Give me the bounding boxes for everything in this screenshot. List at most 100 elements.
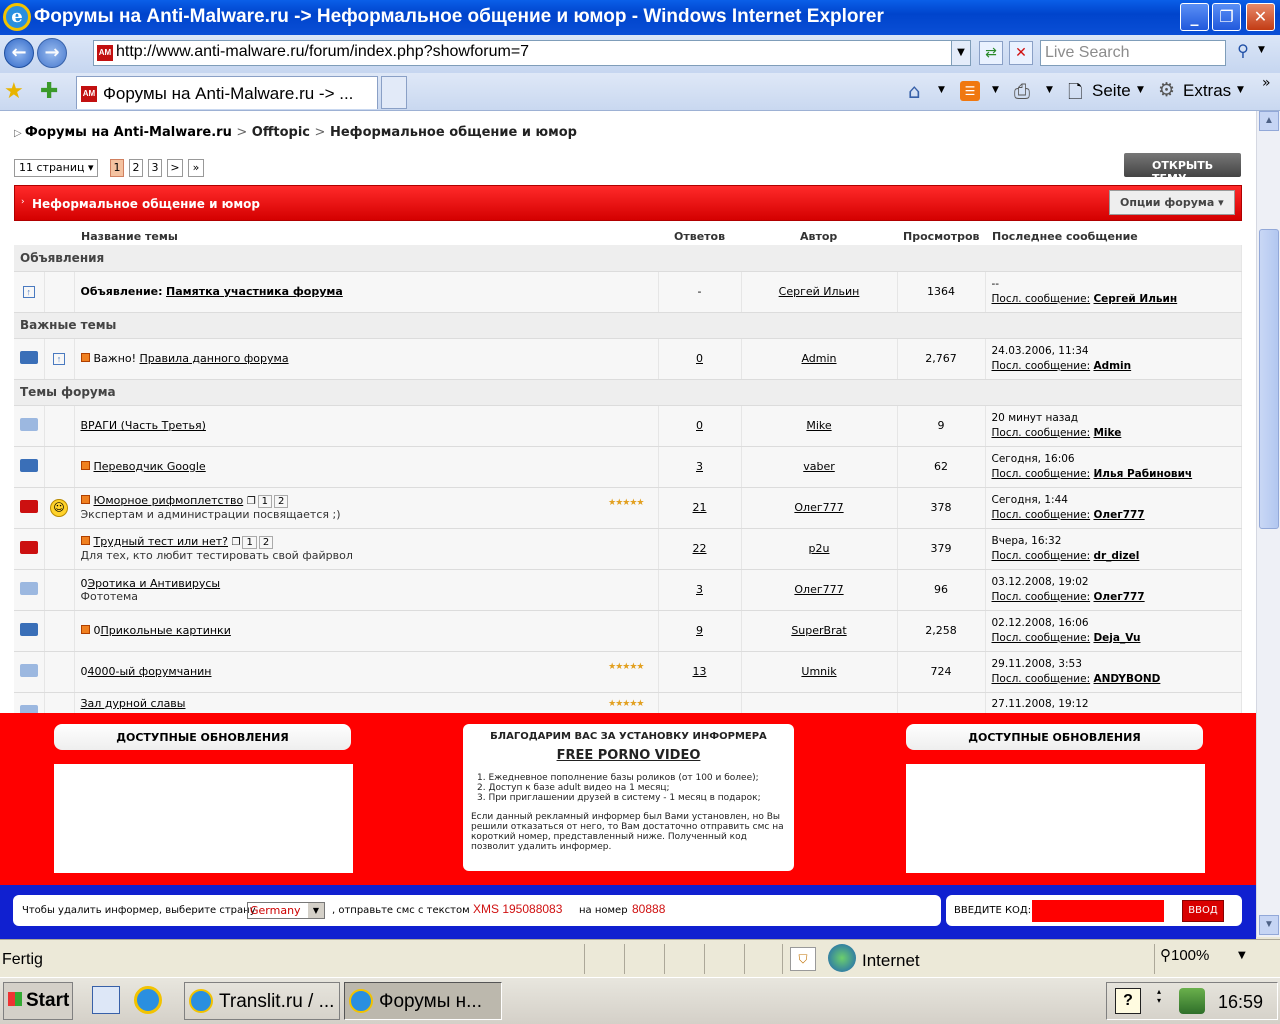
col-replies[interactable]: Ответов <box>674 224 725 246</box>
scroll-thumb[interactable] <box>1259 229 1279 529</box>
scroll-down-button[interactable]: ▼ <box>1259 915 1279 935</box>
col-author[interactable]: Автор <box>800 224 837 246</box>
last-poster-link[interactable]: Олег777 <box>1093 509 1144 521</box>
author-link[interactable]: Umnik <box>801 665 836 678</box>
last-poster-link[interactable]: ANDYBOND <box>1093 673 1160 685</box>
topic-link[interactable]: Юморное рифмоплетство <box>94 494 244 507</box>
page-menu[interactable]: Seite <box>1092 81 1131 101</box>
last-poster-link[interactable]: Mike <box>1093 427 1121 439</box>
page-2[interactable]: 2 <box>129 159 143 177</box>
replies-link[interactable]: 0 <box>696 419 703 432</box>
page-3[interactable]: 3 <box>148 159 162 177</box>
last-poster-link[interactable]: Илья Рабинович <box>1093 468 1192 480</box>
author-link[interactable]: p2u <box>809 542 830 555</box>
rss-icon[interactable]: ☰ <box>960 81 980 101</box>
country-select[interactable]: Germany ▼ <box>247 902 325 919</box>
replies-link[interactable]: 0 <box>696 352 703 365</box>
help-icon[interactable]: ? <box>1115 988 1141 1014</box>
page-dropdown-icon[interactable]: ▼ <box>1137 85 1144 95</box>
replies-link[interactable]: 3 <box>696 583 703 596</box>
replies-link[interactable]: 13 <box>693 665 707 678</box>
topic-link[interactable]: Правила данного форума <box>140 352 289 365</box>
topic-link[interactable]: Эротика и Антивирусы <box>88 577 221 590</box>
tools-dropdown-icon[interactable]: ▼ <box>1237 85 1244 95</box>
topic-page-link[interactable]: 2 <box>274 495 289 508</box>
home-dropdown-icon[interactable]: ▼ <box>938 85 945 95</box>
task-forums[interactable]: Форумы н... <box>344 982 502 1020</box>
announcement-link[interactable]: Памятка участника форума <box>166 285 343 298</box>
promo-link[interactable]: FREE PORNO VIDEO <box>471 748 786 763</box>
print-dropdown-icon[interactable]: ▼ <box>1046 85 1053 95</box>
topic-page-link[interactable]: 1 <box>242 536 257 549</box>
ie-quicklaunch-icon[interactable] <box>134 986 162 1014</box>
author-link[interactable]: Олег777 <box>794 501 843 514</box>
add-favorite-icon[interactable]: ✚ <box>40 79 58 104</box>
topic-link[interactable]: Зал дурной славы <box>81 697 186 710</box>
last-poster-link[interactable]: Deja_Vu <box>1093 632 1140 644</box>
show-desktop-icon[interactable] <box>92 986 120 1014</box>
submit-code-button[interactable]: ВВОД <box>1182 900 1224 922</box>
chevron-more-icon[interactable]: » <box>1262 75 1271 91</box>
last-poster-link[interactable]: Admin <box>1093 360 1131 372</box>
zoom-dropdown-icon[interactable]: ▼ <box>1238 950 1246 961</box>
col-views[interactable]: Просмотров <box>903 224 979 246</box>
scroll-up-button[interactable]: ▲ <box>1259 111 1279 131</box>
search-options-icon[interactable]: ▼ <box>1258 45 1265 55</box>
topic-page-link[interactable]: 2 <box>258 536 274 549</box>
author-link[interactable]: vaber <box>803 460 835 473</box>
last-poster-link[interactable]: Сергей Ильин <box>1093 293 1177 305</box>
code-input[interactable] <box>1032 900 1164 922</box>
topic-link[interactable]: Трудный тест или нет? <box>94 535 229 548</box>
tab-active[interactable]: AM Форумы на Anti-Malware.ru -> ... <box>76 76 378 109</box>
author-link[interactable]: Олег777 <box>794 583 843 596</box>
tray-arrows-icon[interactable]: ▴ ▾ <box>1157 987 1161 1005</box>
breadcrumb-offtopic[interactable]: Offtopic <box>252 125 310 140</box>
minimize-button[interactable]: _ <box>1180 3 1209 31</box>
search-icon[interactable]: ⚲ <box>1231 41 1255 65</box>
task-translit[interactable]: Translit.ru / ... <box>184 982 340 1020</box>
url-input[interactable]: AM http://www.anti-malware.ru/forum/index… <box>93 40 971 66</box>
page-1[interactable]: 1 <box>110 159 124 177</box>
author-link[interactable]: SuperBrat <box>791 624 846 637</box>
favorites-star-icon[interactable]: ★ <box>4 79 24 104</box>
rss-dropdown-icon[interactable]: ▼ <box>992 85 999 95</box>
replies-link[interactable]: 3 <box>696 460 703 473</box>
new-topic-button[interactable]: ОТКРЫТЬ ТЕМУ <box>1124 153 1241 185</box>
topic-link[interactable]: Переводчик Google <box>94 460 206 473</box>
stop-icon[interactable]: ✕ <box>1009 41 1033 65</box>
network-icon[interactable] <box>1179 988 1205 1014</box>
author-link[interactable]: Admin <box>801 352 836 365</box>
forum-options-button[interactable]: Опции форума ▾ <box>1109 190 1235 215</box>
last-poster-link[interactable]: dr_dizel <box>1093 550 1139 562</box>
start-button[interactable]: Start <box>3 982 73 1020</box>
chevron-down-icon[interactable]: ▼ <box>308 903 324 918</box>
topic-link[interactable]: Прикольные картинки <box>101 624 231 637</box>
zoom-level[interactable]: ⚲100% <box>1160 946 1209 964</box>
replies-link[interactable]: 22 <box>693 542 707 555</box>
col-last-post[interactable]: Последнее сообщение <box>992 224 1138 246</box>
last-page[interactable]: » <box>188 159 204 177</box>
url-dropdown-button[interactable]: ▼ <box>951 40 971 66</box>
replies-link[interactable]: 21 <box>693 501 707 514</box>
replies-link[interactable]: 9 <box>696 624 703 637</box>
next-page[interactable]: > <box>167 159 183 177</box>
maximize-button[interactable]: ❐ <box>1212 3 1241 31</box>
topic-page-link[interactable]: 1 <box>257 495 273 508</box>
close-button[interactable]: ✕ <box>1246 3 1275 31</box>
new-tab-button[interactable] <box>381 76 407 109</box>
vertical-scrollbar[interactable]: ▲ ▼ <box>1256 111 1280 937</box>
back-button[interactable]: ← <box>4 38 34 68</box>
home-icon[interactable]: ⌂ <box>908 79 921 103</box>
search-input[interactable]: Live Search <box>1040 40 1226 66</box>
print-icon[interactable]: ⎙ <box>1014 79 1030 103</box>
refresh-icon[interactable]: ⇄ <box>979 41 1003 65</box>
topic-link[interactable]: ВРАГИ (Часть Третья) <box>81 419 206 432</box>
last-poster-link[interactable]: Олег777 <box>1093 591 1144 603</box>
topic-link[interactable]: 4000-ый форумчанин <box>88 665 212 678</box>
author-link[interactable]: Mike <box>806 419 831 432</box>
forward-button[interactable]: → <box>37 38 67 68</box>
pages-dropdown[interactable]: 11 страниц ▾ <box>14 159 98 177</box>
col-topic[interactable]: Название темы <box>81 224 178 246</box>
author-link[interactable]: Сергей Ильин <box>779 285 860 298</box>
protected-mode-icon[interactable]: ⛉ <box>790 947 816 971</box>
